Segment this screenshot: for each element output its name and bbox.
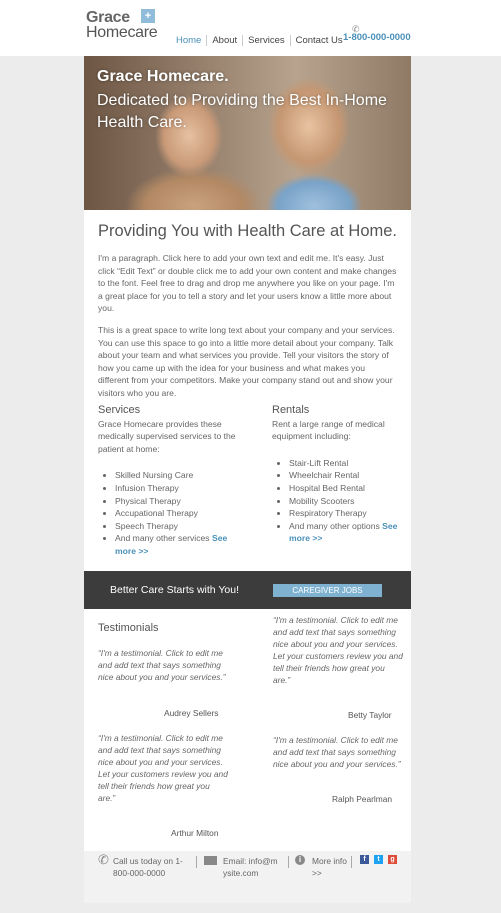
testimonial-author: Audrey Sellers xyxy=(164,708,219,718)
google-plus-icon[interactable]: g xyxy=(388,855,397,864)
about-paragraph: This is a great space to write long text… xyxy=(98,325,395,398)
list-item: Mobility Scooters xyxy=(289,495,412,508)
testimonial-quote: “I'm a testimonial. Click to edit me and… xyxy=(273,615,403,685)
list-item: Speech Therapy xyxy=(115,520,238,533)
list-item: Respiratory Therapy xyxy=(289,507,412,520)
cta-text: Better Care Starts with You! xyxy=(110,584,239,596)
rentals-heading: Rentals xyxy=(272,404,310,416)
footer-divider xyxy=(288,856,289,868)
list-item: Stair-Lift Rental xyxy=(289,457,412,470)
list-item: Infusion Therapy xyxy=(115,482,238,495)
footer-more-info-link[interactable]: More info >> xyxy=(312,856,352,879)
testimonials-heading: Testimonials xyxy=(98,622,159,634)
hero-banner: Grace Homecare. Dedicated to Providing t… xyxy=(84,56,411,210)
list-item: Skilled Nursing Care xyxy=(115,469,238,482)
list-item: And many other services See more >> xyxy=(115,532,238,557)
logo-plus-icon: + xyxy=(141,9,155,23)
caregiver-jobs-button[interactable]: CAREGIVER JOBS xyxy=(273,584,382,597)
list-item: Physical Therapy xyxy=(115,495,238,508)
testimonial-author: Ralph Pearlman xyxy=(332,794,393,804)
site-logo[interactable]: Grace + Homecare xyxy=(86,9,166,43)
hero-subhead: Dedicated to Providing the Best In-Home … xyxy=(97,92,387,131)
services-intro: Grace Homecare provides these medically … xyxy=(98,418,236,454)
nav-services[interactable]: Services xyxy=(242,34,289,46)
logo-line2: Homecare xyxy=(86,24,158,41)
rentals-last-item: And many other options xyxy=(289,520,380,531)
page-title: Providing You with Health Care at Home. xyxy=(98,222,397,240)
list-item: And many other options See more >> xyxy=(289,520,412,545)
header-phone[interactable]: 1-800-000-0000 xyxy=(343,32,411,43)
footer-divider xyxy=(196,856,197,868)
rentals-intro: Rent a large range of medical equipment … xyxy=(272,418,385,442)
footer: ✆ Call us today on 1-800-000-0000 Email:… xyxy=(84,851,411,903)
envelope-icon xyxy=(204,856,217,865)
main-nav: Home About Services Contact Us xyxy=(176,33,348,47)
twitter-icon[interactable]: t xyxy=(374,855,383,864)
testimonial-quote: “I'm a testimonial. Click to edit me and… xyxy=(273,735,401,769)
rentals-list: Stair-Lift Rental Wheelchair Rental Hosp… xyxy=(272,457,412,545)
testimonial-quote: “I'm a testimonial. Click to edit me and… xyxy=(98,733,228,803)
testimonial-quote: “I'm a testimonial. Click to edit me and… xyxy=(98,648,226,682)
nav-contact[interactable]: Contact Us xyxy=(289,34,348,46)
footer-email[interactable]: Email: info@mysite.com xyxy=(223,856,281,879)
info-icon: i xyxy=(295,855,305,865)
services-list: Skilled Nursing Care Infusion Therapy Ph… xyxy=(98,469,238,557)
rentals-column: Rentals Rent a large range of medical eq… xyxy=(272,404,412,545)
services-last-item: And many other services xyxy=(115,533,210,544)
facebook-icon[interactable]: f xyxy=(360,855,369,864)
content-panel: Grace Homecare. Dedicated to Providing t… xyxy=(84,56,411,851)
services-heading: Services xyxy=(98,404,141,416)
list-item: Hospital Bed Rental xyxy=(289,482,412,495)
list-item: Accupational Therapy xyxy=(115,507,238,520)
list-item: Wheelchair Rental xyxy=(289,469,412,482)
top-header: Grace + Homecare Home About Services Con… xyxy=(0,0,501,56)
footer-call: Call us today on 1-800-000-0000 xyxy=(113,856,183,878)
phone-icon: ✆ xyxy=(98,852,109,867)
footer-divider xyxy=(351,856,352,868)
testimonial-author: Betty Taylor xyxy=(348,710,392,720)
intro-paragraph: I'm a paragraph. Click here to add your … xyxy=(98,253,397,314)
nav-about[interactable]: About xyxy=(206,34,242,46)
hero-headline: Grace Homecare. xyxy=(97,68,229,85)
cta-band: Better Care Starts with You! CAREGIVER J… xyxy=(84,571,411,609)
nav-home[interactable]: Home xyxy=(176,35,206,46)
services-column: Services Grace Homecare provides these m… xyxy=(98,404,238,558)
testimonial-author: Arthur Milton xyxy=(171,828,219,838)
